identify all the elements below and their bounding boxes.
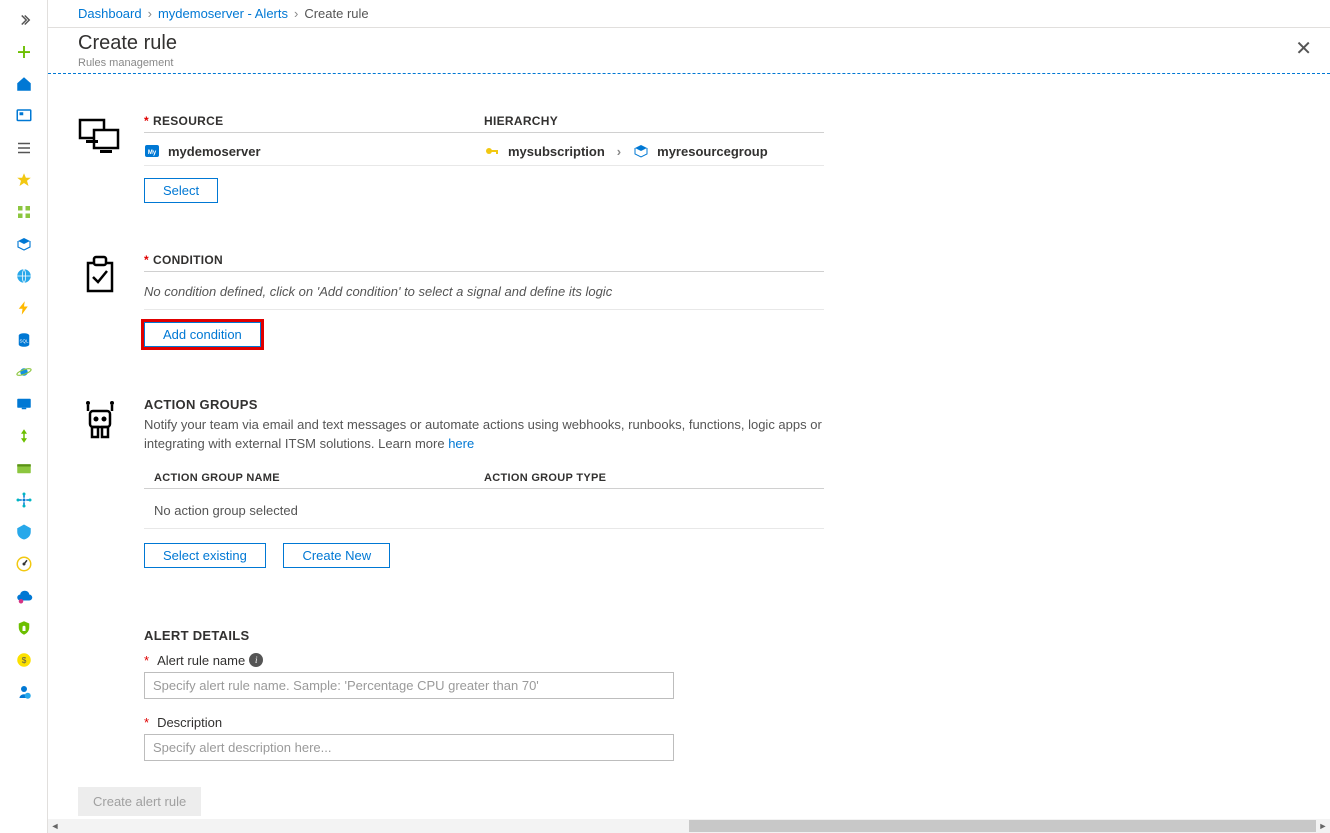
chevron-right-icon: › bbox=[617, 144, 621, 159]
svg-text:My: My bbox=[148, 150, 157, 156]
storage-accounts-icon[interactable] bbox=[0, 452, 48, 484]
condition-section-icon bbox=[78, 253, 124, 347]
create-resource-icon[interactable] bbox=[0, 36, 48, 68]
page-title: Create rule bbox=[78, 32, 177, 55]
alert-rule-name-label: *Alert rule name i bbox=[144, 653, 824, 668]
action-groups-empty: No action group selected bbox=[144, 489, 824, 529]
all-resources-icon[interactable] bbox=[0, 196, 48, 228]
resource-group-name: myresourcegroup bbox=[657, 144, 768, 159]
virtual-networks-icon[interactable] bbox=[0, 484, 48, 516]
info-icon[interactable]: i bbox=[249, 653, 263, 667]
alert-rule-name-input[interactable] bbox=[144, 672, 674, 699]
create-alert-rule-button[interactable]: Create alert rule bbox=[78, 787, 201, 816]
subscription-name: mysubscription bbox=[508, 144, 605, 159]
close-blade-button[interactable]: ✕ bbox=[1295, 36, 1312, 61]
breadcrumb-dashboard[interactable]: Dashboard bbox=[78, 6, 142, 21]
chevron-right-icon: › bbox=[148, 6, 152, 21]
condition-section: *CONDITION No condition defined, click o… bbox=[78, 253, 1288, 347]
virtual-machines-icon[interactable] bbox=[0, 388, 48, 420]
chevron-right-icon: › bbox=[294, 6, 298, 21]
blade-header: Create rule Rules management ✕ bbox=[48, 28, 1330, 74]
sql-databases-icon[interactable]: SQL bbox=[0, 324, 48, 356]
resource-header: *RESOURCE bbox=[144, 114, 484, 128]
cosmos-db-icon[interactable] bbox=[0, 356, 48, 388]
azure-ad-icon[interactable] bbox=[0, 516, 48, 548]
action-groups-section-icon bbox=[78, 397, 124, 568]
svg-text:$: $ bbox=[22, 656, 27, 665]
alert-details-section: ALERT DETAILS *Alert rule name i *Descri… bbox=[78, 628, 1288, 761]
app-services-icon[interactable] bbox=[0, 260, 48, 292]
breadcrumb-bar: Dashboard › mydemoserver - Alerts › Crea… bbox=[48, 0, 1330, 28]
select-existing-action-group-button[interactable]: Select existing bbox=[144, 543, 266, 568]
alert-description-label: *Description bbox=[144, 715, 824, 730]
action-groups-header: ACTION GROUPS bbox=[144, 397, 824, 412]
condition-header: *CONDITION bbox=[144, 253, 223, 267]
select-resource-button[interactable]: Select bbox=[144, 178, 218, 203]
resource-groups-icon[interactable] bbox=[0, 228, 48, 260]
resource-group-icon bbox=[633, 143, 649, 159]
footer-bar: Create alert rule bbox=[48, 783, 1330, 819]
action-group-name-header: ACTION GROUP NAME bbox=[154, 472, 484, 484]
hierarchy-header: HIERARCHY bbox=[484, 114, 824, 128]
main-content: *RESOURCE HIERARCHY My mydemoserver mysu… bbox=[48, 74, 1318, 785]
monitor-icon[interactable] bbox=[0, 548, 48, 580]
help-support-icon[interactable] bbox=[0, 676, 48, 708]
alert-details-header: ALERT DETAILS bbox=[144, 628, 824, 643]
scroll-left-arrow-icon[interactable]: ◄ bbox=[48, 819, 62, 833]
breadcrumb-server-alerts[interactable]: mydemoserver - Alerts bbox=[158, 6, 288, 21]
subscription-key-icon bbox=[484, 143, 500, 159]
breadcrumb-current: Create rule bbox=[304, 6, 368, 21]
scroll-right-arrow-icon[interactable]: ► bbox=[1316, 819, 1330, 833]
advisor-icon[interactable] bbox=[0, 580, 48, 612]
resource-name: mydemoserver bbox=[168, 144, 261, 159]
action-groups-description: Notify your team via email and text mess… bbox=[144, 416, 824, 454]
favorites-icon[interactable] bbox=[0, 164, 48, 196]
mysql-server-icon: My bbox=[144, 143, 160, 159]
function-apps-icon[interactable] bbox=[0, 292, 48, 324]
resource-section: *RESOURCE HIERARCHY My mydemoserver mysu… bbox=[78, 114, 1288, 203]
action-groups-section: ACTION GROUPS Notify your team via email… bbox=[78, 397, 1288, 568]
svg-text:SQL: SQL bbox=[19, 338, 29, 343]
dashboard-icon[interactable] bbox=[0, 100, 48, 132]
condition-empty-text: No condition defined, click on 'Add cond… bbox=[144, 272, 824, 310]
all-services-icon[interactable] bbox=[0, 132, 48, 164]
create-new-action-group-button[interactable]: Create New bbox=[283, 543, 390, 568]
page-subtitle: Rules management bbox=[78, 57, 177, 69]
cost-management-icon[interactable]: $ bbox=[0, 644, 48, 676]
expand-rail-button[interactable] bbox=[0, 4, 48, 36]
security-center-icon[interactable] bbox=[0, 612, 48, 644]
resource-section-icon bbox=[78, 114, 124, 203]
action-group-type-header: ACTION GROUP TYPE bbox=[484, 472, 814, 484]
home-icon[interactable] bbox=[0, 68, 48, 100]
horizontal-scrollbar[interactable]: ◄ ► bbox=[48, 819, 1330, 833]
add-condition-button[interactable]: Add condition bbox=[144, 322, 261, 347]
load-balancers-icon[interactable] bbox=[0, 420, 48, 452]
alert-description-input[interactable] bbox=[144, 734, 674, 761]
learn-more-link[interactable]: here bbox=[448, 436, 474, 451]
left-nav-rail: SQL $ bbox=[0, 0, 48, 833]
